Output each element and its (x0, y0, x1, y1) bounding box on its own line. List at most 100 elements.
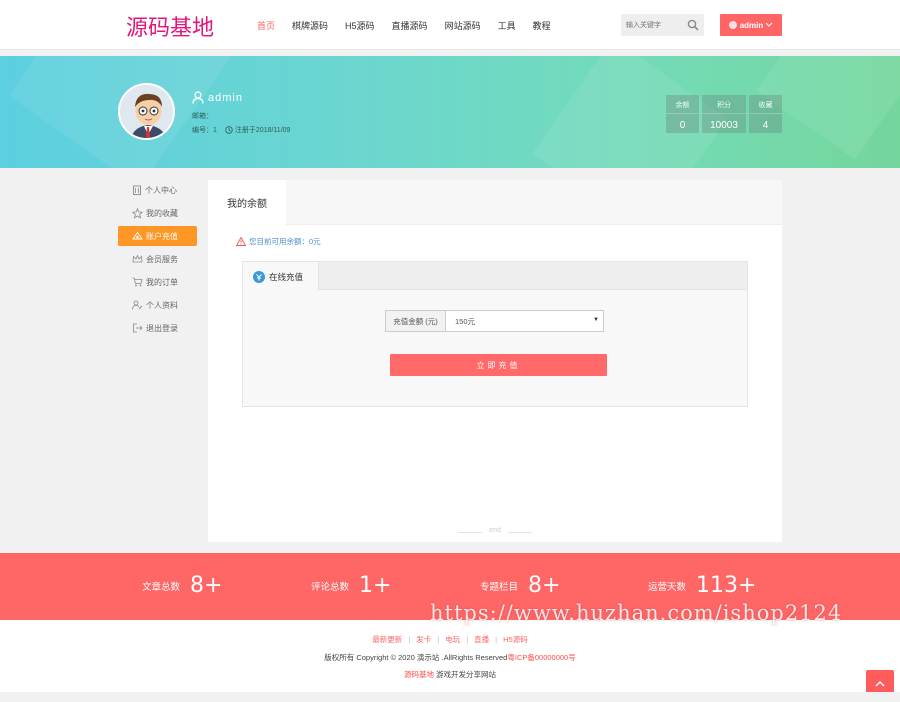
tab-online-recharge[interactable]: 在线充值 (243, 262, 319, 291)
profile-meta: 编号：1 注册于2018/11/09 (192, 125, 290, 135)
profile-registered: 注册于2018/11/09 (234, 127, 291, 134)
footer-tagline: 源码基地 游戏开发分享网站 (0, 669, 900, 680)
amount-select[interactable]: 150元 ▼ (446, 310, 604, 332)
nav-item-home[interactable]: 首页 (257, 19, 275, 32)
sidebar-item-recharge[interactable]: 账户充值 (118, 226, 197, 246)
footer-brand-link[interactable]: 源码基地 (404, 670, 434, 679)
avatar-dot-icon (728, 21, 737, 29)
site-stat-days: 运营天数 113+ (648, 573, 756, 598)
profile-banner: admin 邮箱： 编号：1 注册于2018/11/09 余额 0 积分 100… (0, 56, 900, 168)
recharge-icon (132, 231, 143, 240)
site-stat-comments: 评论总数 1+ (311, 573, 391, 598)
nav-item-tutorial[interactable]: 教程 (533, 19, 551, 32)
avatar (118, 83, 175, 140)
crown-icon (132, 254, 143, 263)
amount-value: 150元 (455, 316, 476, 326)
sidebar-item-profile[interactable]: 个人资料 (118, 295, 197, 315)
user-menu-button[interactable]: admin (720, 14, 782, 36)
footer-links: 最新更新 | 发卡 | 电玩 | 直播 | H5源码 (0, 634, 900, 645)
recharge-badge-icon (253, 270, 265, 283)
tagline-text: 游戏开发分享网站 (436, 670, 497, 679)
logout-icon (133, 323, 143, 333)
site-stat-value: 8+ (528, 573, 561, 598)
star-icon (132, 207, 143, 219)
link-separator: | (408, 635, 411, 644)
stat-balance: 余额 0 (666, 95, 699, 133)
site-stat-label: 运营天数 (648, 581, 687, 593)
copyright: 版权所有 Copyright © 2020 演示站 .AllRights Res… (0, 652, 900, 663)
balance-notice: 您目前可用余额：0元 (236, 236, 321, 247)
amount-label: 充值金额 (元) (385, 310, 446, 332)
sidebar-item-vip[interactable]: 会员服务 (118, 249, 197, 269)
nav-item-h5[interactable]: H5源码 (345, 19, 375, 32)
stat-points: 积分 10003 (702, 95, 746, 133)
stat-value: 10003 (710, 120, 738, 131)
sidebar-item-logout[interactable]: 退出登录 (118, 318, 197, 338)
building-icon (133, 185, 141, 195)
tab-bar: 我的余额 (208, 180, 782, 225)
footer-link[interactable]: 直播 (474, 635, 489, 644)
profile-email: 邮箱： (192, 113, 213, 120)
stat-label: 收藏 (749, 95, 782, 114)
stat-favorites: 收藏 4 (749, 95, 782, 133)
user-icon (192, 91, 204, 104)
icp-link[interactable]: 粤ICP备00000000号 (507, 653, 575, 662)
site-footer: 最新更新 | 发卡 | 电玩 | 直播 | H5源码 版权所有 Copyright © 2020… (0, 620, 900, 692)
footer-link[interactable]: 发卡 (416, 635, 431, 644)
sidebar: 个人中心 我的收藏 账户充值 会员服务 我的订单 个人资料 退出登录 (118, 180, 197, 341)
site-stat-value: 1+ (359, 573, 392, 598)
cart-icon (132, 277, 143, 287)
footer-link[interactable]: H5源码 (503, 635, 528, 644)
site-stat-label: 评论总数 (311, 581, 350, 593)
site-stat-articles: 文章总数 8+ (142, 573, 222, 598)
sidebar-item-label: 账户充值 (146, 231, 178, 241)
sidebar-item-label: 个人资料 (146, 300, 178, 310)
username-text: admin (208, 91, 243, 104)
main-panel: 我的余额 您目前可用余额：0元 在线充值 充值金额 (元) 150元 ▼ 立即充… (208, 180, 782, 542)
copyright-text: 版权所有 Copyright © 2020 演示站 .AllRights Res… (324, 653, 508, 662)
site-stat-value: 113+ (696, 573, 757, 598)
top-header: 源码基地 首页 棋牌源码 H5源码 直播源码 网站源码 工具 教程 admin (0, 0, 900, 50)
chevron-down-icon (765, 22, 773, 27)
nav-item-live[interactable]: 直播源码 (392, 19, 428, 32)
stat-value: 4 (762, 120, 769, 131)
site-stat-label: 专题栏目 (480, 581, 519, 593)
sidebar-item-label: 我的收藏 (146, 208, 178, 218)
footer-link[interactable]: 最新更新 (372, 635, 402, 644)
search-icon[interactable] (687, 19, 699, 31)
profile-stats: 余额 0 积分 10003 收藏 4 (666, 95, 785, 133)
link-separator: | (495, 635, 498, 644)
stat-label: 积分 (702, 95, 746, 114)
dropdown-arrow-icon: ▼ (593, 317, 599, 323)
recharge-box-header: 在线充值 (243, 262, 747, 291)
sidebar-item-label: 会员服务 (146, 254, 178, 264)
main-nav: 首页 棋牌源码 H5源码 直播源码 网站源码 工具 教程 (257, 19, 568, 32)
footer-link[interactable]: 电玩 (445, 635, 460, 644)
tab-online-recharge-label: 在线充值 (269, 271, 304, 282)
search-box (621, 14, 704, 36)
user-menu-label: admin (739, 20, 764, 30)
sidebar-item-label: 退出登录 (146, 323, 178, 333)
site-logo[interactable]: 源码基地 (126, 10, 214, 42)
clock-icon (225, 126, 233, 134)
balance-notice-text: 您目前可用余额：0元 (249, 237, 321, 246)
amount-field: 充值金额 (元) 150元 ▼ (385, 310, 604, 332)
tab-balance[interactable]: 我的余额 (208, 180, 286, 225)
search-input[interactable] (621, 14, 683, 36)
recharge-submit-button[interactable]: 立即充值 (390, 354, 607, 376)
profile-username: admin (192, 91, 243, 104)
nav-item-chess[interactable]: 棋牌源码 (292, 19, 328, 32)
sidebar-item-favorites[interactable]: 我的收藏 (118, 203, 197, 223)
user-edit-icon (132, 300, 143, 310)
site-stat-topics: 专题栏目 8+ (480, 573, 560, 598)
watermark: https://www.huzhan.com/ishop2124 (430, 601, 843, 625)
sidebar-item-label: 个人中心 (145, 185, 177, 195)
sidebar-item-center[interactable]: 个人中心 (118, 180, 197, 200)
nav-item-tools[interactable]: 工具 (498, 19, 516, 32)
warning-icon (236, 237, 246, 246)
site-stat-label: 文章总数 (142, 581, 181, 593)
page-bottom-bar (0, 692, 900, 702)
sidebar-item-label: 我的订单 (146, 277, 178, 287)
nav-item-website[interactable]: 网站源码 (445, 19, 481, 32)
sidebar-item-orders[interactable]: 我的订单 (118, 272, 197, 292)
